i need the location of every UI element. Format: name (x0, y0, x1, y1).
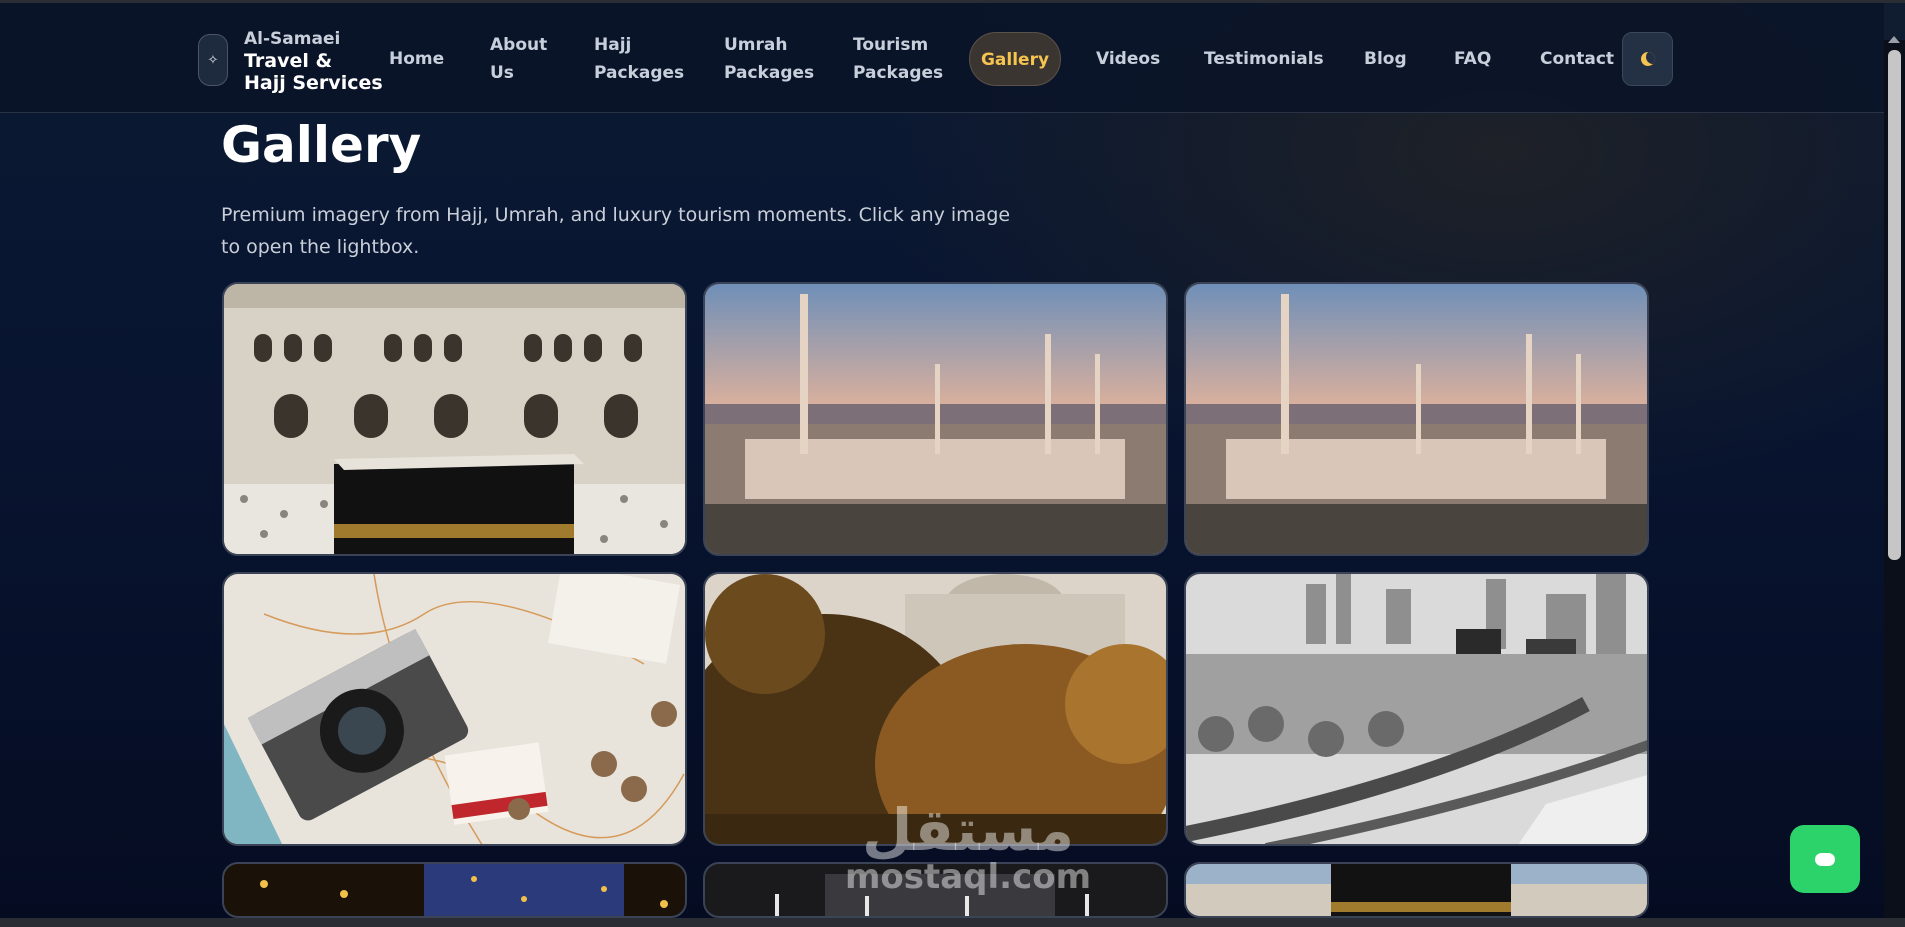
gallery-item-night-lights[interactable] (222, 862, 687, 918)
gallery-item-kaaba-panorama[interactable] (1184, 862, 1649, 918)
nav-about-label-2: Us (490, 63, 514, 83)
nav-umrah-label: Umrah (724, 35, 788, 55)
prophets-mosque-sunset-photo (705, 284, 1166, 554)
nav-faq[interactable]: FAQ (1454, 45, 1491, 73)
nav-contact-label: Contact (1540, 49, 1615, 69)
site-header: ✧ Al-Samaei Travel & Hajj Services Home … (0, 3, 1884, 113)
nav-tourism-label-2: Packages (853, 63, 944, 83)
brand-logo[interactable]: Al-Samaei Travel & Hajj Services (244, 28, 383, 94)
night-lights-photo (224, 864, 685, 916)
nav-testimonials[interactable]: Testimonials (1204, 45, 1324, 73)
nav-testimonials-label: Testimonials (1204, 49, 1324, 69)
nav-about-label: About (490, 35, 548, 55)
nav-about[interactable]: About Us (490, 31, 547, 87)
nav-home[interactable]: Home (389, 45, 444, 73)
nav-umrah-label-2: Packages (724, 63, 815, 83)
watermark: مستقل mostaql.com (833, 800, 1103, 894)
nav-gallery[interactable]: Gallery (969, 32, 1061, 86)
page-description: Premium imagery from Hajj, Umrah, and lu… (221, 204, 1011, 258)
chat-bubble-icon (1815, 852, 1835, 866)
nav-home-label: Home (389, 49, 445, 69)
brand-line-1: Al-Samaei (244, 29, 341, 49)
page-title: Gallery (221, 116, 422, 174)
moon-icon (1640, 52, 1655, 66)
scroll-up-arrow-icon[interactable] (1888, 36, 1900, 43)
chat-button[interactable] (1790, 825, 1860, 893)
nav-contact[interactable]: Contact (1540, 45, 1614, 73)
kaaba-panorama-photo (1186, 864, 1647, 916)
prophets-mosque-sunset-photo (1186, 284, 1647, 554)
gallery-item-prophets-mosque-2[interactable] (1184, 282, 1649, 556)
watermark-arabic: مستقل (861, 796, 1075, 864)
nav-gallery-label: Gallery (980, 50, 1050, 70)
city-skyline-highway-photo (1186, 574, 1647, 844)
nav-videos[interactable]: Videos (1096, 45, 1160, 73)
nav-hajj-label: Hajj (594, 35, 632, 55)
gallery-item-prophets-mosque-1[interactable] (703, 282, 1168, 556)
nav-blog[interactable]: Blog (1364, 45, 1407, 73)
gallery-item-city-skyline[interactable] (1184, 572, 1649, 846)
camera-map-coins-photo (224, 574, 685, 844)
gallery-item-camera-map[interactable] (222, 572, 687, 846)
gallery-item-kaaba-courtyard[interactable] (222, 282, 687, 556)
nav-hajj-packages[interactable]: Hajj Packages (594, 31, 684, 87)
scrollbar-thumb[interactable] (1888, 50, 1901, 560)
nav-hajj-label-2: Packages (594, 63, 685, 83)
theme-toggle-button[interactable] (1622, 32, 1673, 86)
window-bottom-edge (0, 918, 1905, 927)
nav-umrah-packages[interactable]: Umrah Packages (724, 31, 814, 87)
nav-videos-label: Videos (1096, 49, 1161, 69)
kaaba-courtyard-photo (224, 284, 685, 554)
nav-blog-label: Blog (1364, 49, 1407, 69)
brand-line-2: Travel & (244, 50, 333, 72)
nav-faq-label: FAQ (1454, 49, 1492, 69)
watermark-latin: mostaql.com (844, 857, 1092, 897)
nav-tourism-label: Tourism (853, 35, 929, 55)
diamond-icon[interactable]: ✧ (198, 34, 228, 86)
nav-tourism-packages[interactable]: Tourism Packages (853, 31, 943, 87)
brand-line-3: Hajj Services (244, 72, 383, 94)
